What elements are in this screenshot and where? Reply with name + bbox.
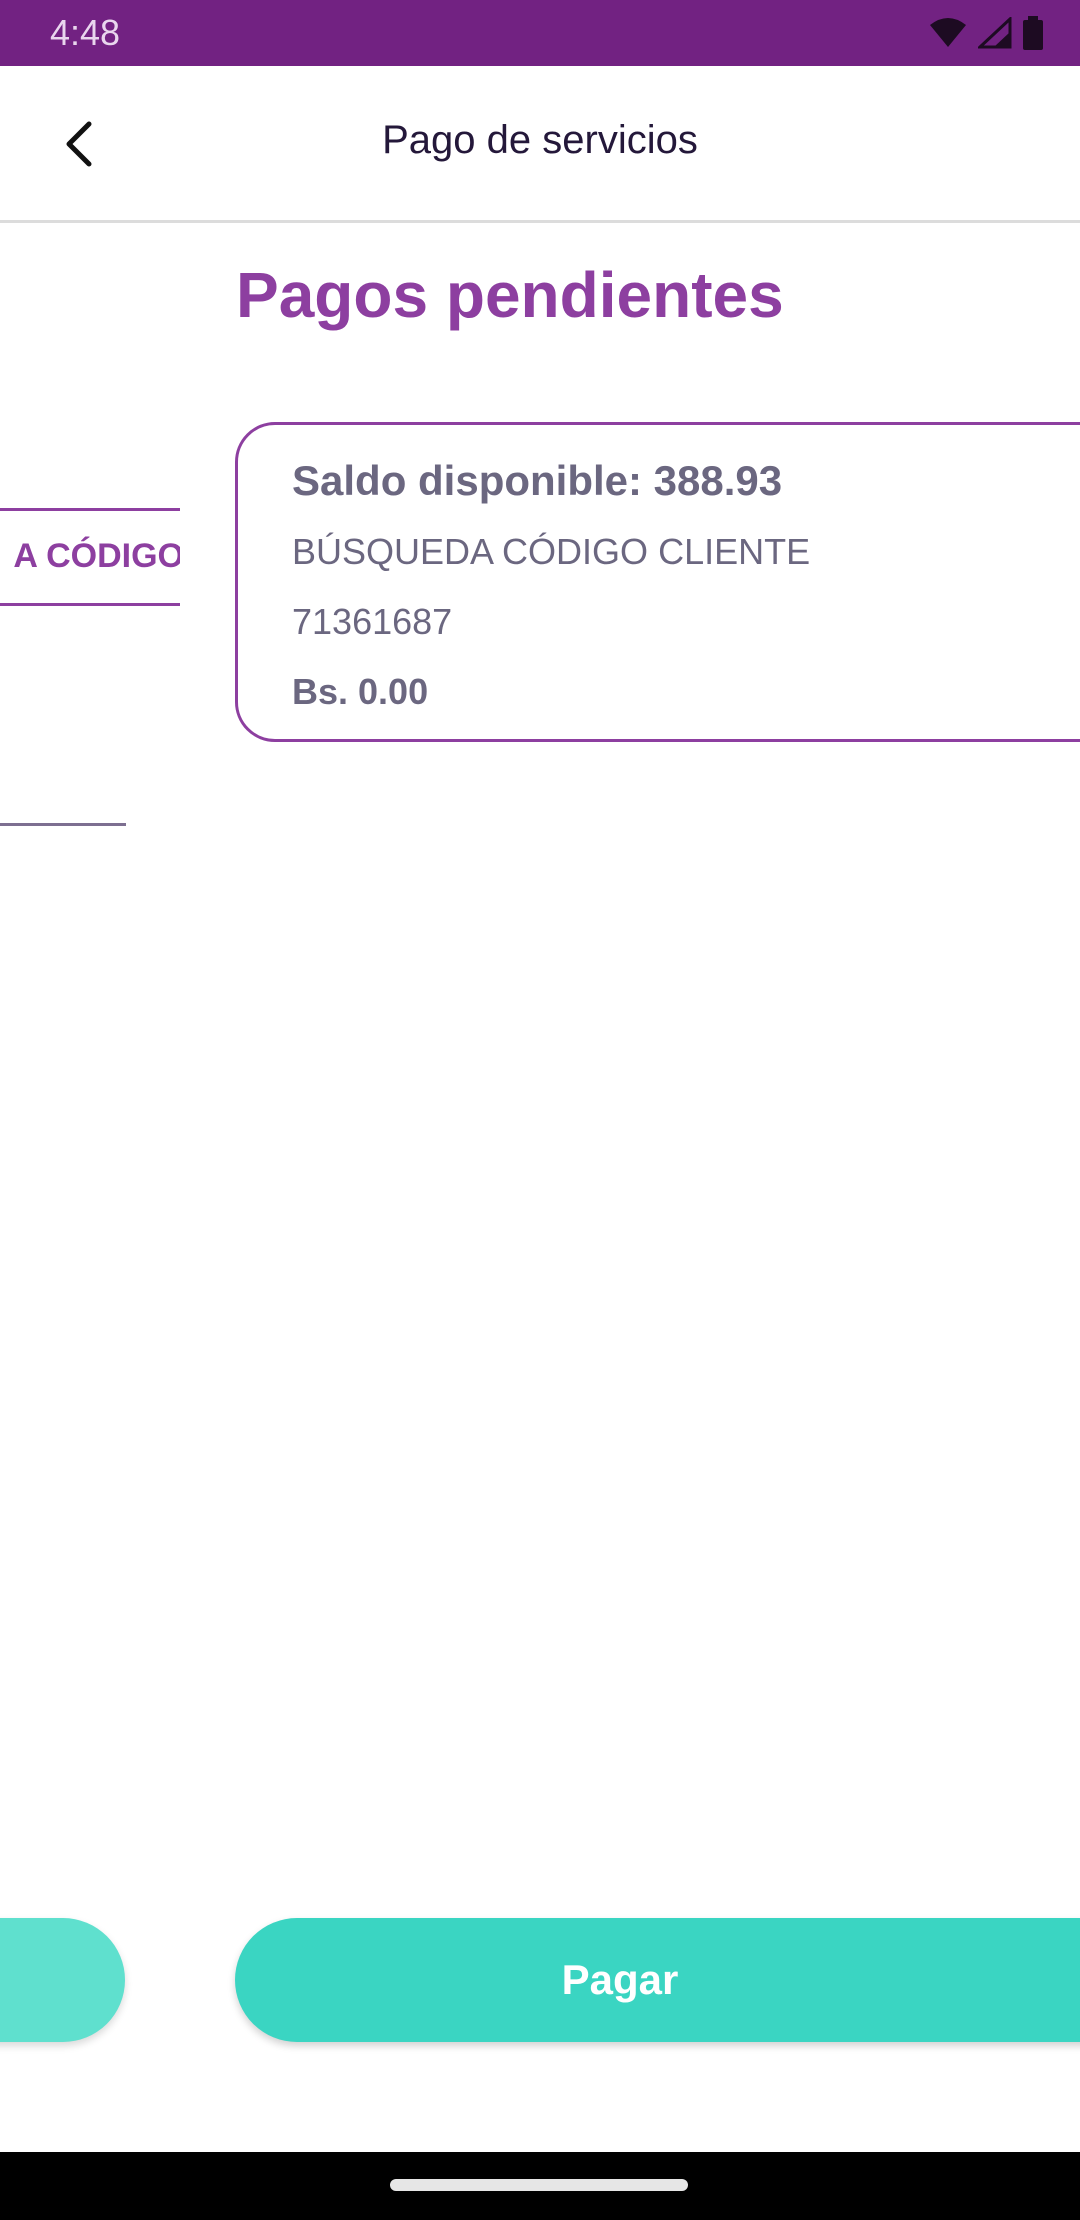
service-type: BÚSQUEDA CÓDIGO CLIENTE [292, 531, 811, 572]
pending-payment-card[interactable]: Saldo disponible: 388.93 BÚSQUEDA CÓDIGO… [235, 422, 1080, 742]
previous-card-divider [0, 823, 126, 826]
signal-icon [978, 17, 1012, 49]
page-title: Pago de servicios [382, 118, 698, 162]
navigation-bar [0, 2152, 1080, 2220]
previous-service-card-label: A CÓDIGO D [13, 537, 180, 575]
client-code: 71361687 [292, 601, 453, 642]
payment-amount: Bs. 0.00 [292, 671, 429, 712]
status-icons [928, 14, 1044, 52]
secondary-button[interactable] [0, 1918, 125, 2042]
app-bar: Pago de servicios [0, 66, 1080, 223]
home-gesture-bar[interactable] [390, 2179, 688, 2191]
status-time: 4:48 [50, 12, 121, 53]
section-title: Pagos pendientes [236, 259, 784, 331]
status-bar: 4:48 [0, 0, 1080, 66]
pay-button-label: Pagar [561, 1956, 679, 2003]
wifi-icon [930, 18, 966, 47]
screen: 4:48 Pago de servicios Pagos pendientes [0, 0, 1080, 2220]
available-balance: Saldo disponible: 388.93 [292, 457, 783, 504]
battery-icon [1023, 16, 1043, 50]
pay-button[interactable]: Pagar [235, 1918, 1080, 2042]
previous-service-card[interactable]: A CÓDIGO D [0, 508, 180, 606]
